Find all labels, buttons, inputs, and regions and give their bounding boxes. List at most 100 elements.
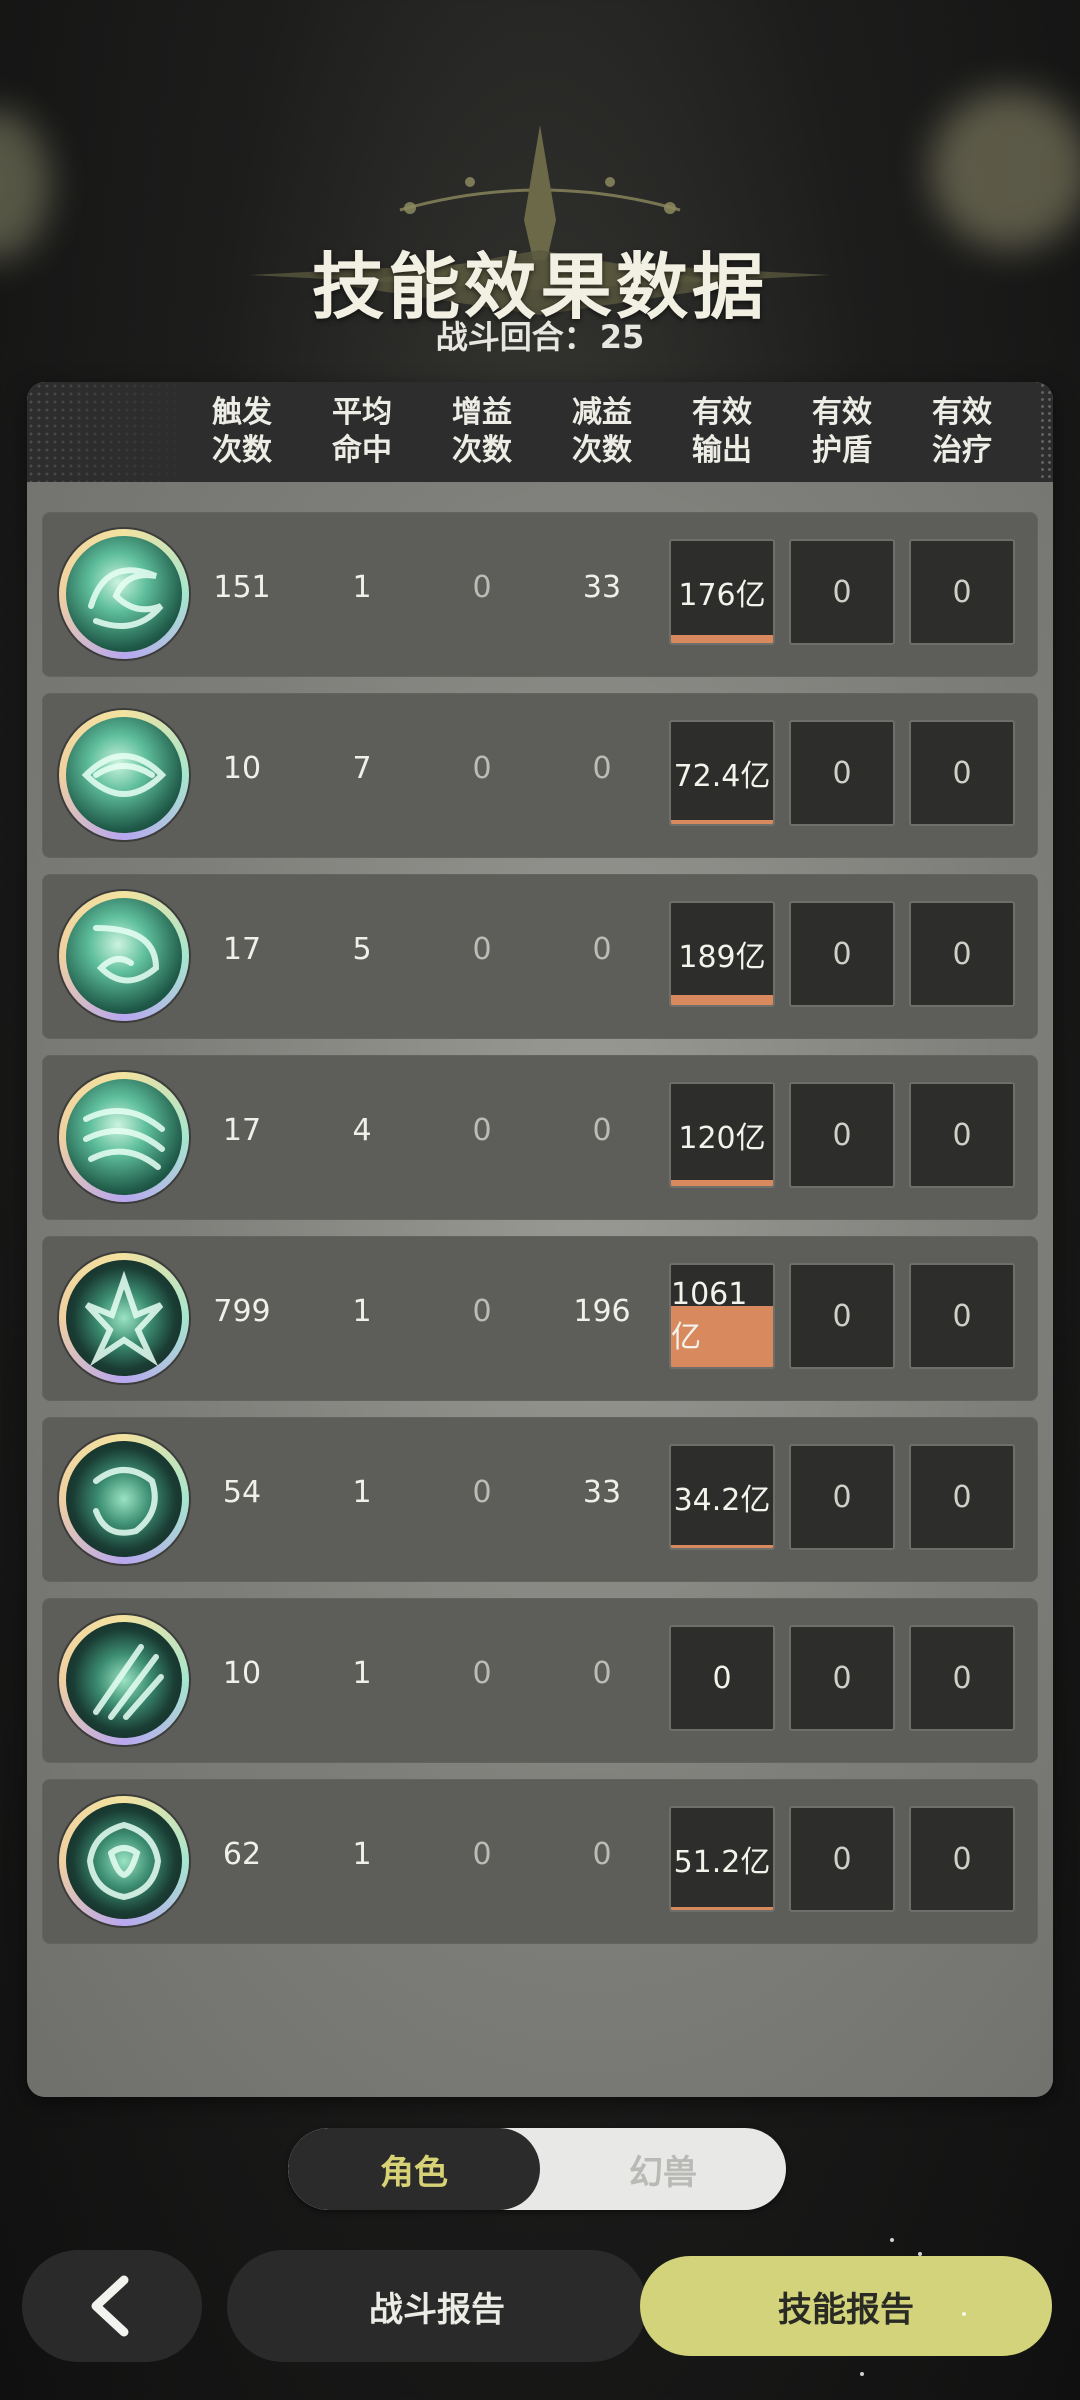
effective-output-value: 120亿 — [678, 1121, 766, 1156]
debuff-count: 33 — [582, 570, 622, 605]
avg-hit: 1 — [352, 1656, 372, 1691]
effective-heal-value: 0 — [952, 1117, 972, 1153]
buff-count: 0 — [472, 1837, 492, 1872]
effective-output-value: 176亿 — [678, 578, 766, 613]
avg-hit: 1 — [352, 1475, 372, 1510]
icon-art — [66, 1622, 182, 1738]
trigger-count: 17 — [222, 932, 262, 967]
effective-heal-value: 0 — [952, 1298, 972, 1334]
icon-art — [66, 1803, 182, 1919]
effective-heal-cell: 0 — [909, 1625, 1015, 1731]
wind-emblem-skill-icon[interactable] — [59, 1796, 189, 1926]
effective-output-value: 34.2亿 — [673, 1483, 771, 1518]
wind-gust-skill-icon[interactable] — [59, 1072, 189, 1202]
debuff-count: 196 — [573, 1294, 631, 1329]
debuff-count: 0 — [592, 751, 612, 786]
effective-output-cell: 72.4亿 — [669, 720, 775, 826]
effective-output-cell: 176亿 — [669, 539, 775, 645]
effective-heal-value: 0 — [952, 1841, 972, 1877]
effective-shield-value: 0 — [832, 1660, 852, 1696]
skill-report-button[interactable]: 技能报告 — [640, 2256, 1052, 2356]
effective-shield-value: 0 — [832, 1841, 852, 1877]
battle-report-button[interactable]: 战斗报告 — [227, 2250, 647, 2362]
skill-row[interactable]: 10 1 0 0 0 0 0 — [42, 1598, 1038, 1763]
sparkle — [890, 2238, 894, 2242]
buff-count: 0 — [472, 570, 492, 605]
avg-hit: 1 — [352, 570, 372, 605]
trigger-count: 151 — [213, 570, 271, 605]
skill-row[interactable]: 10 7 0 0 72.4亿 0 0 — [42, 693, 1038, 858]
effective-output-value: 72.4亿 — [673, 759, 771, 794]
skill-row[interactable]: 151 1 0 33 176亿 0 0 — [42, 512, 1038, 677]
avg-hit: 1 — [352, 1837, 372, 1872]
effective-shield-value: 0 — [832, 574, 852, 610]
effective-shield-value: 0 — [832, 1298, 852, 1334]
trigger-count: 62 — [222, 1837, 262, 1872]
effective-output-value: 1061亿 — [671, 1276, 748, 1355]
avg-hit: 5 — [352, 932, 372, 967]
effective-shield-value: 0 — [832, 1117, 852, 1153]
buff-count: 0 — [472, 1294, 492, 1329]
effective-shield-cell: 0 — [789, 539, 895, 645]
effective-shield-cell: 0 — [789, 1444, 895, 1550]
effective-heal-cell: 0 — [909, 901, 1015, 1007]
back-button[interactable] — [22, 2250, 202, 2362]
effective-heal-cell: 0 — [909, 1806, 1015, 1912]
battle-rounds: 战斗回合： 25 — [0, 312, 1080, 358]
icon-art — [66, 1441, 182, 1557]
debuff-count: 0 — [592, 1113, 612, 1148]
effective-heal-cell: 0 — [909, 539, 1015, 645]
effective-output-value: 0 — [712, 1660, 732, 1696]
wind-ring-skill-icon[interactable] — [59, 1434, 189, 1564]
role-beast-toggle[interactable]: 角色 幻兽 — [288, 2128, 786, 2210]
col-trigger-count: 触发 次数 — [212, 395, 272, 468]
tab-beast[interactable]: 幻兽 — [540, 2128, 786, 2210]
table-header: 触发 次数 平均 命中 增益 次数 减益 次数 有效 输出 有效 护盾 有效 治疗 — [27, 382, 1053, 482]
effective-output-cell: 120亿 — [669, 1082, 775, 1188]
effective-shield-cell: 0 — [789, 1806, 895, 1912]
skill-row[interactable]: 54 1 0 33 34.2亿 0 0 — [42, 1417, 1038, 1582]
effective-heal-value: 0 — [952, 574, 972, 610]
trigger-count: 54 — [222, 1475, 262, 1510]
icon-art — [66, 1260, 182, 1376]
skill-row[interactable]: 17 4 0 0 120亿 0 0 — [42, 1055, 1038, 1220]
effective-shield-cell: 0 — [789, 720, 895, 826]
sparkle — [918, 2252, 922, 2256]
debuff-count: 33 — [582, 1475, 622, 1510]
effective-output-cell: 51.2亿 — [669, 1806, 775, 1912]
effective-heal-value: 0 — [952, 936, 972, 972]
skill-data-panel[interactable]: 触发 次数 平均 命中 增益 次数 减益 次数 有效 输出 有效 护盾 有效 治疗 151 1… — [27, 382, 1053, 2097]
icon-art — [66, 898, 182, 1014]
debuff-count: 0 — [592, 1837, 612, 1872]
skill-row[interactable]: 62 1 0 0 51.2亿 0 0 — [42, 1779, 1038, 1944]
icon-art — [66, 1079, 182, 1195]
debuff-count: 0 — [592, 932, 612, 967]
buff-count: 0 — [472, 751, 492, 786]
wind-vortex-skill-icon[interactable] — [59, 529, 189, 659]
sparkle — [860, 2372, 864, 2376]
wind-claw-skill-icon[interactable] — [59, 1253, 189, 1383]
wind-slash-skill-icon[interactable] — [59, 1615, 189, 1745]
effective-output-cell: 1061亿 — [669, 1263, 775, 1369]
effective-heal-cell: 0 — [909, 1444, 1015, 1550]
chevron-left-icon — [91, 2275, 129, 2337]
buff-count: 0 — [472, 1656, 492, 1691]
tab-character[interactable]: 角色 — [288, 2128, 540, 2210]
buff-count: 0 — [472, 1113, 492, 1148]
col-debuff-count: 减益 次数 — [572, 395, 632, 468]
effective-output-cell: 34.2亿 — [669, 1444, 775, 1550]
wind-orb-skill-icon[interactable] — [59, 710, 189, 840]
effective-heal-value: 0 — [952, 1660, 972, 1696]
effective-heal-value: 0 — [952, 1479, 972, 1515]
effective-heal-value: 0 — [952, 755, 972, 791]
trigger-count: 17 — [222, 1113, 262, 1148]
avg-hit: 1 — [352, 1294, 372, 1329]
trigger-count: 799 — [213, 1294, 271, 1329]
skill-row[interactable]: 799 1 0 196 1061亿 0 0 — [42, 1236, 1038, 1401]
skill-row[interactable]: 17 5 0 0 189亿 0 0 — [42, 874, 1038, 1039]
col-effective-shield: 有效 护盾 — [812, 395, 872, 468]
icon-art — [66, 536, 182, 652]
effective-shield-value: 0 — [832, 936, 852, 972]
effective-output-cell: 0 — [669, 1625, 775, 1731]
wind-spiral-skill-icon[interactable] — [59, 891, 189, 1021]
